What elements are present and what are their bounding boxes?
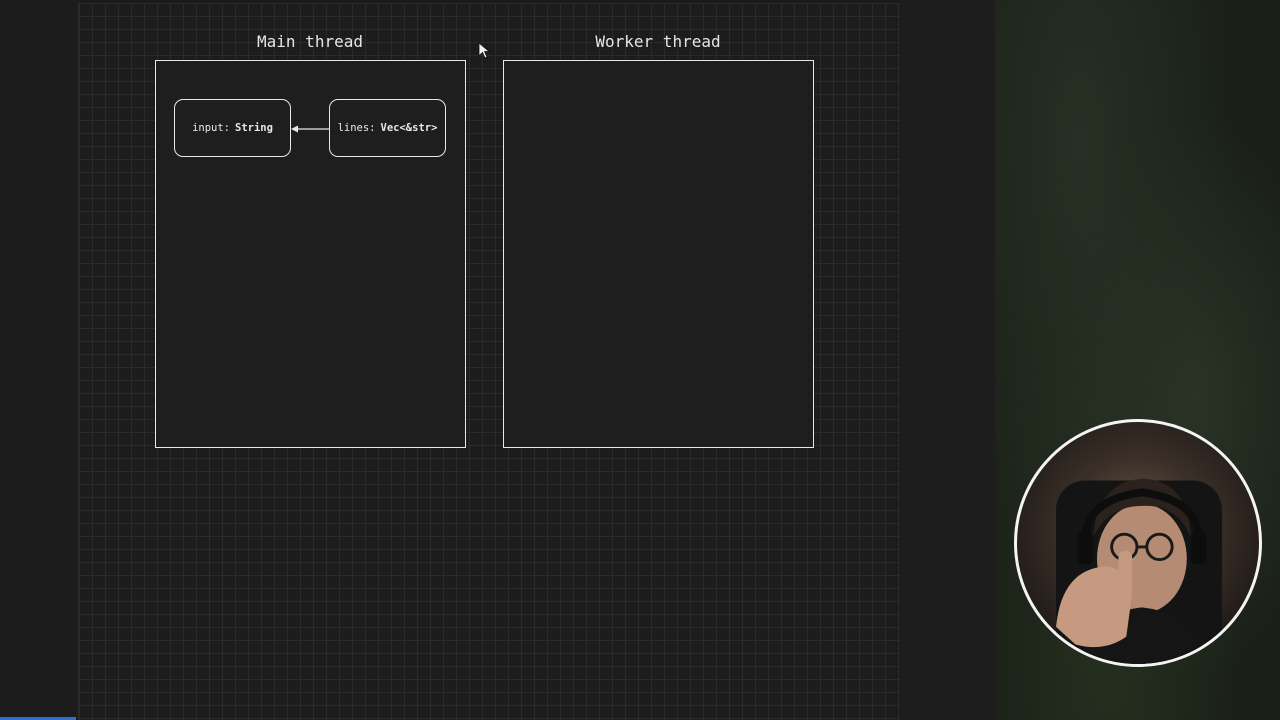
lines-vec-node[interactable]: lines: Vec<&str> bbox=[329, 99, 446, 157]
webcam-overlay bbox=[1014, 419, 1262, 667]
presenter-figure bbox=[1056, 478, 1222, 664]
left-panel bbox=[0, 0, 78, 720]
node-label: input: bbox=[192, 122, 230, 134]
node-label: lines: bbox=[337, 122, 376, 134]
node-type: String bbox=[235, 122, 273, 134]
input-string-node[interactable]: input: String bbox=[174, 99, 291, 157]
side-gap bbox=[900, 0, 995, 720]
node-type: Vec<&str> bbox=[380, 122, 438, 134]
worker-thread-title: Worker thread bbox=[595, 32, 721, 51]
main-thread-title: Main thread bbox=[257, 32, 363, 51]
worker-thread-box[interactable] bbox=[503, 60, 814, 448]
mouse-pointer-icon bbox=[478, 42, 490, 59]
arrow-left-icon bbox=[291, 125, 329, 133]
